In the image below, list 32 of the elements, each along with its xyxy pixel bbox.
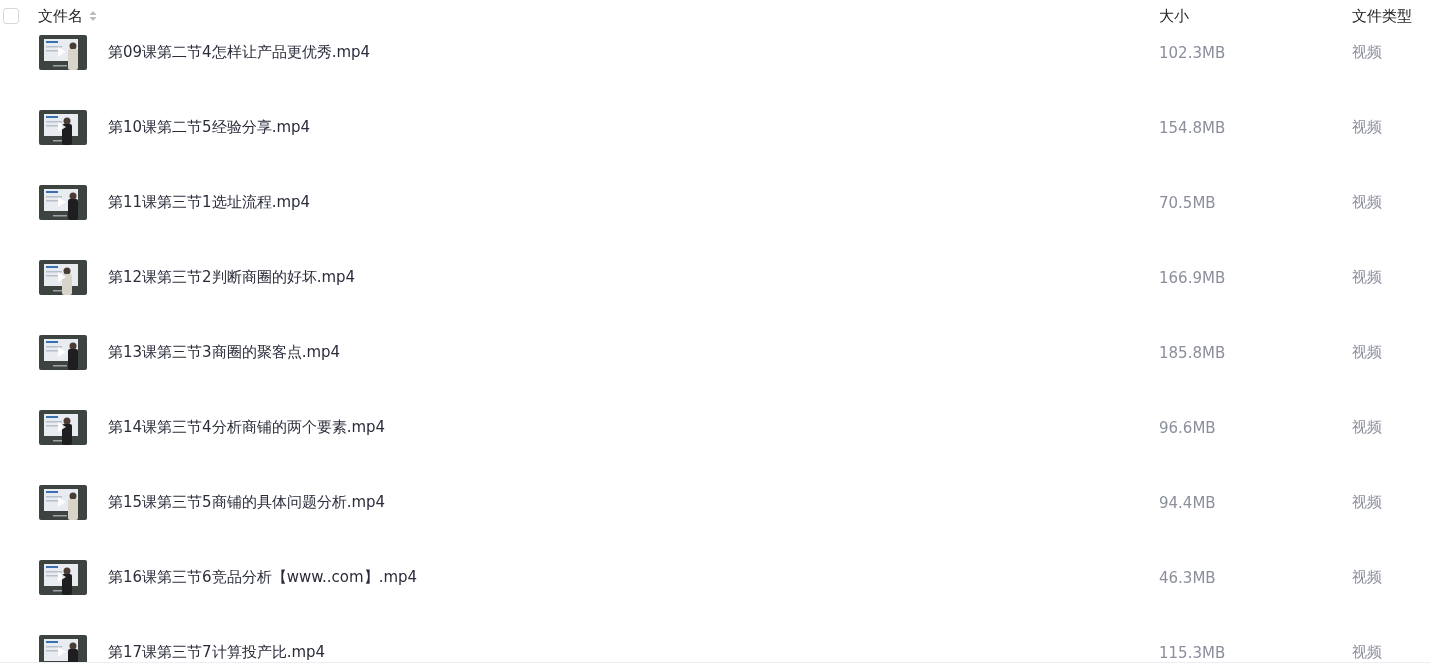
file-name[interactable]: 第10课第二节5经验分享.mp4 — [108, 118, 1159, 137]
file-name[interactable]: 第11课第三节1选址流程.mp4 — [108, 193, 1159, 212]
file-name[interactable]: 第13课第三节3商圈的聚客点.mp4 — [108, 343, 1159, 362]
file-name[interactable]: 第15课第三节5商铺的具体问题分析.mp4 — [108, 493, 1159, 512]
file-size: 70.5MB — [1159, 193, 1217, 212]
file-type: 视频 — [1352, 643, 1382, 662]
file-type: 视频 — [1352, 418, 1382, 437]
file-name[interactable]: 第12课第三节2判断商圈的好坏.mp4 — [108, 268, 1159, 287]
file-type: 视频 — [1352, 343, 1382, 362]
sort-icon[interactable] — [89, 10, 97, 22]
select-all-checkbox[interactable] — [3, 8, 19, 24]
file-size: 115.3MB — [1159, 643, 1227, 662]
file-type: 视频 — [1352, 118, 1382, 137]
file-size: 94.4MB — [1159, 493, 1217, 512]
file-size: 102.3MB — [1159, 43, 1227, 62]
file-name[interactable]: 第16课第三节6竞品分析【www..com】.mp4 — [108, 568, 1159, 587]
file-type: 视频 — [1352, 493, 1382, 512]
file-name[interactable]: 第17课第三节7计算投产比.mp4 — [108, 643, 1159, 662]
column-header[interactable]: 文件类型 — [1352, 7, 1412, 25]
file-type: 视频 — [1352, 568, 1382, 587]
file-type: 视频 — [1352, 43, 1382, 62]
file-type: 视频 — [1352, 268, 1382, 287]
column-header[interactable]: 大小 — [1159, 7, 1189, 25]
file-name[interactable]: 第09课第二节4怎样让产品更优秀.mp4 — [108, 43, 1159, 62]
file-size: 166.9MB — [1159, 268, 1227, 287]
file-type: 视频 — [1352, 193, 1382, 212]
file-name[interactable]: 第14课第三节4分析商铺的两个要素.mp4 — [108, 418, 1159, 437]
file-size: 96.6MB — [1159, 418, 1217, 437]
file-size: 46.3MB — [1159, 568, 1217, 587]
file-size: 185.8MB — [1159, 343, 1227, 362]
file-size: 154.8MB — [1159, 118, 1227, 137]
column-header[interactable]: 文件名 — [38, 6, 83, 26]
